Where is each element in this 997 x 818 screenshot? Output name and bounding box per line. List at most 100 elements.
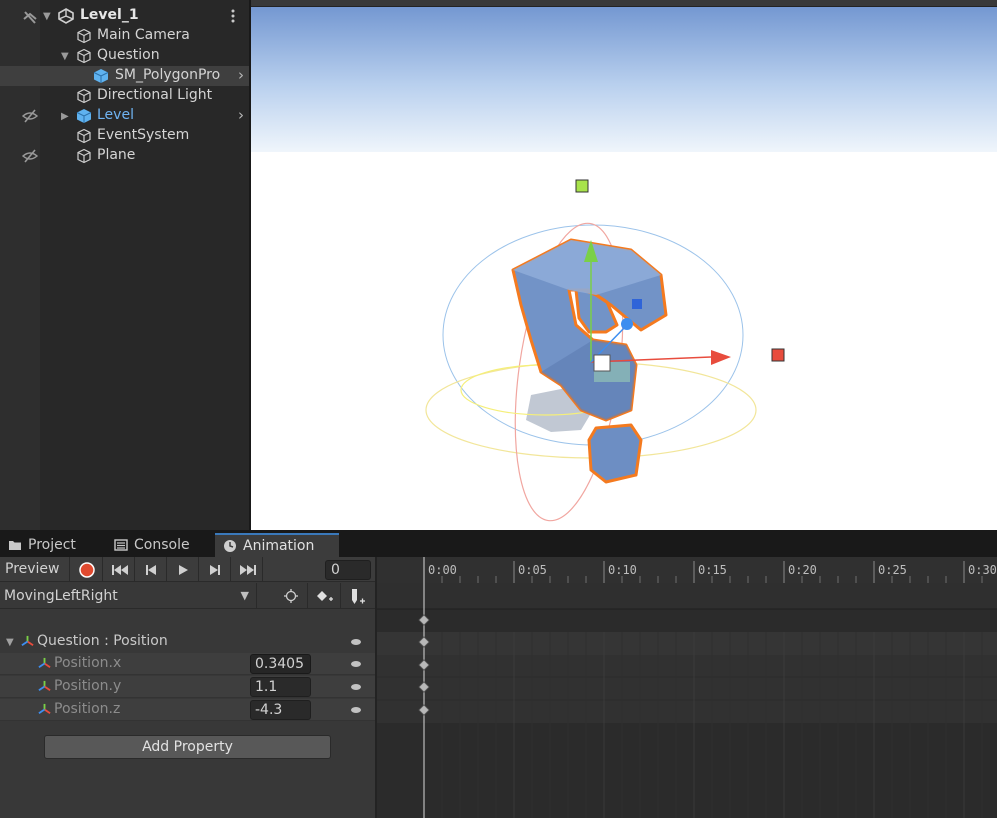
- gizmo-handle-z[interactable]: [621, 318, 633, 330]
- scene-view[interactable]: [251, 0, 997, 530]
- transform-axis-icon: [21, 635, 34, 646]
- gameobject-icon: [77, 148, 91, 164]
- prefab-icon: [93, 69, 109, 83]
- ruler-time-label: 0:05: [518, 563, 547, 577]
- play-button[interactable]: [167, 557, 199, 582]
- scale-handle-x[interactable]: [771, 348, 785, 362]
- gizmo-center-handle[interactable]: [593, 354, 611, 372]
- dropdown-arrow-icon: ▼: [240, 589, 249, 602]
- prefab-icon: [76, 109, 92, 123]
- gameobject-icon: [77, 128, 91, 144]
- property-row-position-y[interactable]: Position.y 1.1: [0, 676, 375, 698]
- clock-icon: [224, 540, 236, 552]
- expand-triangle[interactable]: ▶: [61, 111, 69, 122]
- eye-hidden-icon[interactable]: [22, 148, 38, 164]
- tab-label: Console: [134, 537, 190, 553]
- clip-dropdown[interactable]: MovingLeftRight ▼: [0, 583, 257, 609]
- property-value-input[interactable]: -4.3: [250, 700, 311, 720]
- record-button[interactable]: [71, 557, 103, 582]
- last-key-button[interactable]: [231, 557, 263, 582]
- hierarchy-item-main-camera[interactable]: Main Camera: [0, 26, 249, 46]
- keyframe-indicator[interactable]: [351, 661, 361, 667]
- tab-label: Animation: [243, 538, 315, 554]
- ruler-time-label: 0:10: [608, 563, 637, 577]
- expand-triangle[interactable]: ▼: [61, 51, 69, 62]
- scene-expand-triangle[interactable]: ▼: [43, 11, 51, 22]
- hierarchy-item-directional-light[interactable]: Directional Light: [0, 86, 249, 106]
- scale-handle-z[interactable]: [632, 299, 642, 309]
- hierarchy-item-eventsystem[interactable]: EventSystem: [0, 126, 249, 146]
- add-property-button[interactable]: Add Property: [44, 735, 331, 759]
- hierarchy-item-label: Plane: [97, 147, 136, 163]
- skip-to-end-icon: [240, 565, 256, 575]
- previous-key-button[interactable]: [135, 557, 167, 582]
- hierarchy-scene-row[interactable]: ▼ Level_1: [0, 6, 249, 26]
- keyframe-lane-group[interactable]: [377, 632, 997, 655]
- add-keyframe-button[interactable]: [308, 583, 341, 609]
- keyframe-indicator[interactable]: [351, 684, 361, 690]
- event-lane[interactable]: [377, 583, 997, 609]
- property-value-input[interactable]: 1.1: [250, 677, 311, 697]
- hierarchy-item-plane[interactable]: Plane: [0, 146, 249, 166]
- keyframe-indicator[interactable]: [351, 707, 361, 713]
- chevron-right-icon[interactable]: ›: [238, 106, 244, 124]
- hierarchy-item-label: Main Camera: [97, 27, 190, 43]
- dopesheet-timeline[interactable]: 0:00 0:05 0:10 0:15 0:20 0:25 0:30: [377, 557, 997, 818]
- folder-icon: [9, 541, 21, 550]
- chevron-right-icon[interactable]: ›: [238, 66, 244, 84]
- current-frame-input[interactable]: 0: [325, 560, 371, 580]
- bottom-tab-bar: Project Console Animation: [0, 533, 997, 557]
- property-value-input[interactable]: 0.3405: [250, 654, 311, 674]
- tab-project[interactable]: Project: [0, 533, 108, 557]
- scene-name: Level_1: [80, 7, 139, 23]
- scene-visibility-icon[interactable]: [22, 9, 38, 25]
- preview-button[interactable]: Preview: [0, 557, 70, 582]
- ruler-time-label: 0:30: [968, 563, 997, 577]
- eye-hidden-icon[interactable]: [22, 108, 38, 124]
- skybox: [251, 0, 997, 155]
- scene-toolbar: [251, 0, 997, 7]
- next-frame-icon: [210, 565, 220, 575]
- gameobject-icon: [77, 28, 91, 44]
- tab-animation[interactable]: Animation: [215, 533, 339, 557]
- animation-properties-panel: Preview 0 MovingLeftRight ▼ ▼ Question:…: [0, 557, 375, 818]
- unity-scene-icon: [58, 8, 74, 24]
- tab-console[interactable]: Console: [106, 533, 214, 557]
- expand-triangle[interactable]: ▼: [6, 637, 14, 648]
- property-row-position-x[interactable]: Position.x 0.3405: [0, 653, 375, 675]
- scene-canvas[interactable]: [251, 0, 997, 530]
- transform-axis-icon: [38, 657, 51, 668]
- property-name: Position.y: [54, 678, 122, 694]
- tab-label: Project: [28, 537, 76, 553]
- keyframe-indicator[interactable]: [351, 639, 361, 645]
- ruler-time-label: 0:00: [428, 563, 457, 577]
- gameobject-icon: [77, 48, 91, 64]
- record-icon: [79, 562, 95, 578]
- more-options-icon[interactable]: [228, 8, 238, 24]
- timeline-canvas[interactable]: [377, 557, 997, 818]
- animation-toolbar: Preview 0: [0, 557, 375, 582]
- hierarchy-panel: ▼ Level_1 Main Camera ▼ Question SM_Poly…: [0, 0, 249, 530]
- property-group-label: Question : Position: [37, 633, 168, 649]
- hierarchy-item-label: EventSystem: [97, 127, 190, 143]
- summary-keyframe[interactable]: [418, 614, 430, 626]
- ruler-time-label: 0:20: [788, 563, 817, 577]
- transform-axis-icon: [38, 680, 51, 691]
- property-group-row[interactable]: ▼ Question : Position: [0, 631, 375, 653]
- skip-to-start-icon: [112, 565, 128, 575]
- add-event-button[interactable]: [341, 583, 374, 609]
- first-key-button[interactable]: [103, 557, 135, 582]
- previous-frame-icon: [146, 565, 156, 575]
- next-key-button[interactable]: [199, 557, 231, 582]
- property-row-position-z[interactable]: Position.z -4.3: [0, 699, 375, 721]
- crosshair-icon: [284, 589, 298, 603]
- hierarchy-item-label: Level: [97, 107, 134, 123]
- hierarchy-item-question[interactable]: ▼ Question: [0, 46, 249, 66]
- hierarchy-item-label: Question: [97, 47, 160, 63]
- keyframe-lanes[interactable]: [377, 655, 997, 723]
- hierarchy-item-level[interactable]: ▶ Level ›: [0, 106, 249, 126]
- scale-handle-y[interactable]: [575, 179, 589, 193]
- filter-by-selection-button[interactable]: [275, 583, 308, 609]
- property-name: Position.z: [54, 701, 121, 717]
- hierarchy-item-sm-polygonpro[interactable]: SM_PolygonPro ›: [0, 66, 249, 86]
